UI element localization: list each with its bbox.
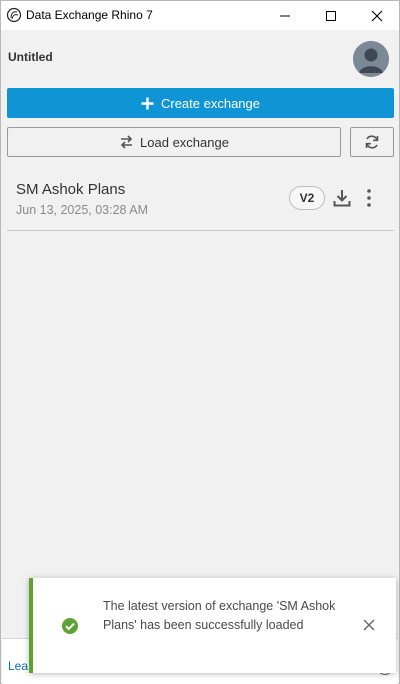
user-avatar-icon[interactable]: [353, 41, 389, 77]
success-toast: The latest version of exchange 'SM Ashok…: [29, 578, 396, 673]
toast-message: The latest version of exchange 'SM Ashok…: [103, 599, 336, 632]
maximize-button[interactable]: [308, 1, 354, 30]
load-exchange-button[interactable]: Load exchange: [7, 127, 341, 157]
refresh-button[interactable]: [350, 127, 394, 157]
window-close-icon: [371, 10, 383, 21]
create-exchange-button[interactable]: Create exchange: [7, 88, 394, 118]
exchange-date: Jun 13, 2025, 03:28 AM: [16, 203, 149, 217]
title-bar: Data Exchange Rhino 7: [1, 1, 399, 30]
create-exchange-label: Create exchange: [160, 95, 260, 111]
download-icon[interactable]: [331, 187, 353, 209]
minimize-button[interactable]: [262, 1, 308, 30]
avatar-silhouette: [353, 41, 389, 77]
more-vertical-icon[interactable]: [362, 187, 376, 209]
maximize-icon: [326, 10, 336, 21]
app-window: Data Exchange Rhino 7 Untitled Create ex…: [0, 0, 400, 684]
version-badge[interactable]: V2: [289, 186, 325, 210]
exchange-list-item[interactable]: SM Ashok Plans Jun 13, 2025, 03:28 AM V2: [7, 172, 394, 231]
rhino-logo-icon: [6, 7, 22, 23]
plus-icon: [141, 97, 154, 109]
close-icon[interactable]: [361, 617, 377, 633]
window-title: Data Exchange Rhino 7: [26, 8, 153, 22]
exchange-name: SM Ashok Plans: [16, 181, 126, 198]
document-title: Untitled: [8, 50, 53, 64]
load-exchange-label: Load exchange: [140, 134, 229, 150]
swap-arrows-icon: [120, 135, 133, 149]
refresh-icon: [365, 135, 379, 149]
check-circle-icon: [62, 618, 78, 634]
window-close-button[interactable]: [354, 1, 400, 30]
footer-link[interactable]: Lea: [8, 659, 28, 673]
minimize-icon: [280, 15, 290, 16]
